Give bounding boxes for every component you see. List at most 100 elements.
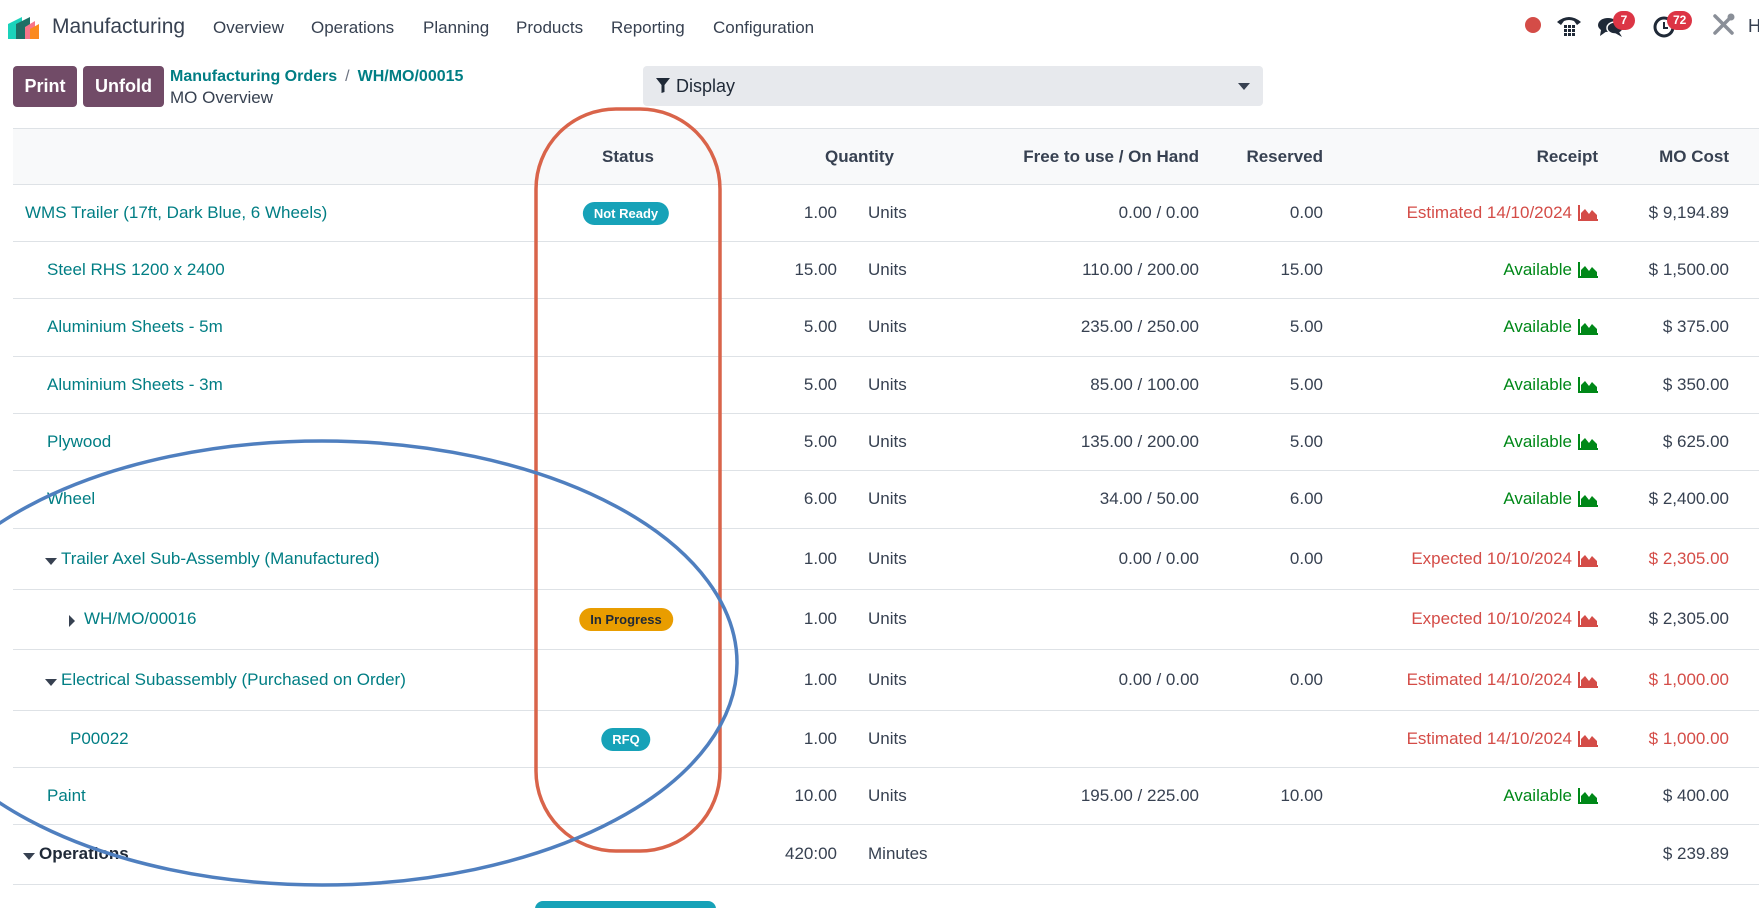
row-name-link[interactable]: P00022: [70, 729, 129, 749]
receipt-status[interactable]: Available: [1503, 432, 1598, 452]
free-on-hand-value: 0.00 / 0.00: [1118, 669, 1199, 689]
manufacturing-app-logo[interactable]: [8, 15, 42, 39]
unfold-button[interactable]: Unfold: [83, 66, 164, 107]
row-name-link[interactable]: Electrical Subassembly (Purchased on Ord…: [61, 670, 406, 690]
mo-cost-value: $ 2,400.00: [1648, 489, 1729, 508]
forecast-chart-icon[interactable]: [1578, 671, 1598, 688]
display-dropdown[interactable]: Display: [643, 66, 1263, 106]
uom-label: Units: [868, 669, 907, 689]
table-row: WH/MO/00016 In Progress 1.00 Units Expected…: [13, 590, 1759, 650]
row-name-link[interactable]: Steel RHS 1200 x 2400: [47, 260, 225, 280]
reserved-value: 0.00: [1289, 669, 1323, 689]
free-on-hand-value: 34.00 / 50.00: [1099, 489, 1199, 508]
row-name-link[interactable]: Aluminium Sheets - 3m: [47, 375, 223, 395]
header-quantity: Quantity: [825, 147, 894, 166]
free-on-hand-value: 0.00 / 0.00: [1118, 548, 1199, 568]
phone-icon[interactable]: [1555, 12, 1583, 38]
row-name-link[interactable]: Paint: [47, 786, 86, 806]
uom-label: Units: [868, 259, 907, 279]
forecast-chart-icon[interactable]: [1578, 730, 1598, 747]
app-title[interactable]: Manufacturing: [52, 15, 185, 39]
chevron-down-icon: [1238, 83, 1250, 90]
receipt-status[interactable]: Estimated 14/10/2024: [1407, 203, 1598, 223]
forecast-chart-icon[interactable]: [1578, 787, 1598, 804]
menu-planning[interactable]: Planning: [423, 18, 489, 38]
receipt-label: Expected 10/10/2024: [1411, 548, 1572, 568]
row-name-link[interactable]: WMS Trailer (17ft, Dark Blue, 6 Wheels): [25, 203, 327, 223]
fold-toggle-icon[interactable]: [45, 678, 57, 686]
row-name-link[interactable]: Trailer Axel Sub-Assembly (Manufactured): [61, 549, 380, 569]
row-name-link[interactable]: Wheel: [47, 489, 95, 509]
forecast-chart-icon[interactable]: [1578, 433, 1598, 450]
header-reserved: Reserved: [1246, 147, 1323, 166]
receipt-status[interactable]: Available: [1503, 260, 1598, 280]
menu-configuration[interactable]: Configuration: [713, 18, 814, 38]
row-name-link[interactable]: WH/MO/00016: [84, 609, 196, 629]
quantity-value: 5.00: [803, 374, 837, 394]
breadcrumb-manufacturing-orders[interactable]: Manufacturing Orders: [170, 68, 337, 85]
free-on-hand-value: 135.00 / 200.00: [1080, 431, 1199, 451]
header-status: Status: [602, 147, 654, 166]
user-avatar[interactable]: H: [1748, 16, 1759, 37]
menu-overview[interactable]: Overview: [213, 18, 284, 38]
top-navbar: Manufacturing Overview Operations Planni…: [0, 0, 1759, 56]
record-dot-icon[interactable]: [1525, 17, 1541, 33]
receipt-status[interactable]: Available: [1503, 786, 1598, 806]
forecast-chart-icon[interactable]: [1578, 204, 1598, 221]
print-button[interactable]: Print: [13, 66, 77, 107]
table-row: Steel RHS 1200 x 2400 15.00 Units 110.00 / …: [13, 242, 1759, 299]
table-row: Trailer Axel Sub-Assembly (Manufactured)…: [13, 529, 1759, 590]
receipt-label: Estimated 14/10/2024: [1406, 669, 1572, 689]
breadcrumb-current-mo[interactable]: WH/MO/00015: [358, 68, 464, 85]
forecast-chart-icon[interactable]: [1578, 550, 1598, 567]
reserved-value: 10.00: [1280, 785, 1323, 805]
mo-cost-value: $ 1,000.00: [1648, 728, 1729, 748]
fold-toggle-icon[interactable]: [23, 853, 35, 860]
row-name-link[interactable]: Aluminium Sheets - 5m: [47, 317, 223, 337]
quantity-value: 6.00: [803, 489, 837, 508]
receipt-label: Available: [1503, 489, 1572, 508]
forecast-chart-icon[interactable]: [1578, 261, 1598, 278]
quantity-value: 5.00: [803, 431, 837, 451]
receipt-label: Available: [1503, 317, 1572, 336]
table-row: Electrical Subassembly (Purchased on Ord…: [13, 650, 1759, 711]
menu-operations[interactable]: Operations: [311, 18, 394, 38]
mo-cost-value: $ 1,500.00: [1648, 259, 1729, 279]
menu-products[interactable]: Products: [516, 18, 583, 38]
row-name-link[interactable]: Plywood: [47, 432, 111, 452]
receipt-status[interactable]: Estimated 14/10/2024: [1407, 729, 1598, 749]
status-badge: RFQ: [601, 727, 651, 751]
forecast-chart-icon[interactable]: [1578, 319, 1598, 335]
quantity-value: 420:00: [785, 844, 837, 863]
quantity-value: 1.00: [803, 669, 837, 689]
reserved-value: 15.00: [1280, 259, 1323, 279]
receipt-status[interactable]: Expected 10/10/2024: [1411, 549, 1598, 569]
receipt-status[interactable]: Available: [1503, 317, 1598, 337]
mo-cost-value: $ 625.00: [1662, 431, 1729, 451]
table-row: Wheel 6.00 Units 34.00 / 50.00 6.00 Availabl…: [13, 471, 1759, 529]
menu-reporting[interactable]: Reporting: [611, 18, 685, 38]
forecast-chart-icon[interactable]: [1578, 376, 1598, 393]
receipt-label: Available: [1503, 259, 1572, 279]
unfold-toggle-icon[interactable]: [69, 615, 75, 627]
reserved-value: 5.00: [1289, 374, 1323, 394]
receipt-status[interactable]: Available: [1503, 489, 1598, 509]
tools-icon[interactable]: [1710, 12, 1738, 38]
uom-label: Units: [868, 728, 907, 748]
table-row: Paint 10.00 Units 195.00 / 225.00 10.00 Avai…: [13, 768, 1759, 825]
receipt-status[interactable]: Expected 10/10/2024: [1411, 609, 1598, 629]
free-on-hand-value: 110.00 / 200.00: [1082, 259, 1199, 279]
messages-count-badge: 7: [1613, 11, 1635, 30]
row-name-link[interactable]: Operations: [39, 844, 129, 864]
uom-label: Units: [868, 785, 907, 805]
mo-cost-value: $ 400.00: [1662, 785, 1729, 805]
uom-label: Units: [868, 548, 907, 568]
forecast-chart-icon[interactable]: [1578, 491, 1598, 507]
uom-label: Units: [868, 202, 907, 222]
receipt-label: Expected 10/10/2024: [1411, 609, 1572, 628]
receipt-status[interactable]: Available: [1503, 375, 1598, 395]
fold-toggle-icon[interactable]: [45, 557, 57, 565]
receipt-label: Available: [1503, 431, 1572, 451]
forecast-chart-icon[interactable]: [1578, 611, 1598, 627]
receipt-status[interactable]: Estimated 14/10/2024: [1407, 670, 1598, 690]
